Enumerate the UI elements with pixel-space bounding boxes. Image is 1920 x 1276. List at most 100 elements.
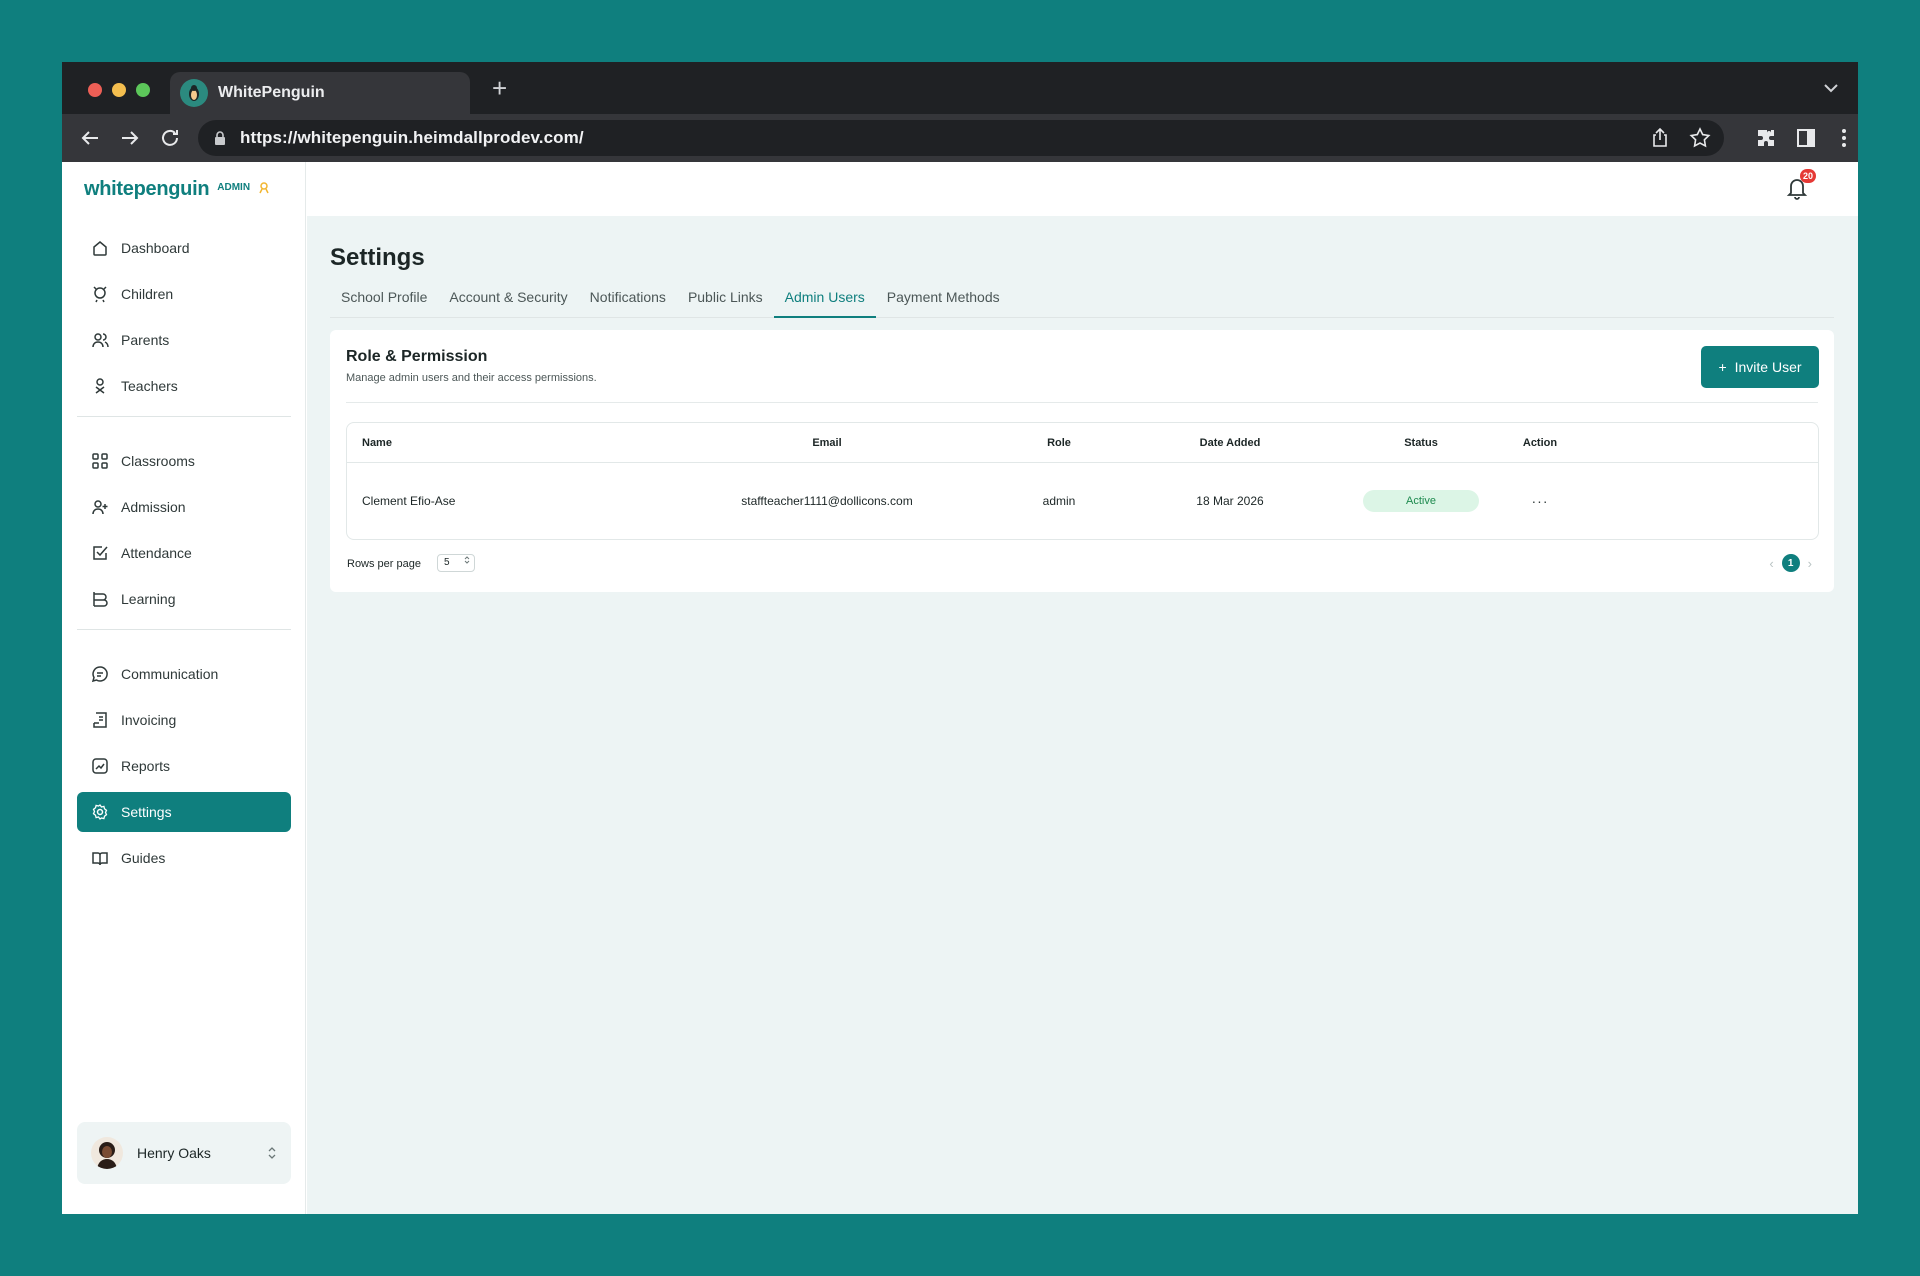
sidebar-item-learning[interactable]: Learning [77,579,291,619]
star-icon[interactable] [1688,126,1712,150]
sidebar-item-label: Parents [121,332,170,348]
chevron-updown-icon [268,1147,276,1159]
sidebar-item-label: Learning [121,591,176,607]
tab-admin-users[interactable]: Admin Users [773,276,876,318]
column-header-status: Status [1404,436,1438,449]
browser-tab-bar: WhitePenguin + [62,62,1858,114]
more-options-button[interactable]: ··· [1532,493,1549,509]
sidebar-item-communication[interactable]: Communication [77,654,291,694]
new-tab-button[interactable]: + [492,75,507,101]
back-arrow-icon[interactable] [78,126,102,150]
cell-role: admin [1042,494,1076,508]
avatar [91,1137,123,1169]
reload-icon[interactable] [158,126,182,150]
brand-wordmark: whitepenguin [84,178,210,200]
pagination: ‹ 1 › [1769,554,1812,572]
user-switcher[interactable]: Henry Oaks [77,1122,291,1184]
notification-count-badge: 20 [1799,169,1816,183]
rows-per-page-value: 5 [444,557,450,568]
admin-user-icon [259,181,269,193]
brand-logo[interactable]: whitepenguin ADMIN [84,178,270,201]
rows-per-page-label: Rows per page [347,558,421,570]
extensions-puzzle-icon[interactable] [1754,126,1778,150]
admin-users-table: Name Email Role Date Added Status Action… [346,422,1819,540]
sidebar-item-parents[interactable]: Parents [77,320,291,360]
sidebar: whitepenguin ADMIN Dashboard Children Pa… [62,162,306,1214]
chat-icon [91,666,108,683]
card-subtitle: Manage admin users and their access perm… [346,372,597,384]
status-badge: Active [1363,490,1479,512]
maximize-window-button[interactable] [136,83,150,97]
prev-page-button[interactable]: ‹ [1769,556,1773,571]
column-header-role: Role [1047,436,1071,449]
browser-menu-icon[interactable] [1832,126,1856,150]
sidebar-item-reports[interactable]: Reports [77,746,291,786]
settings-tabs: School Profile Account & Security Notifi… [330,276,1834,318]
gear-icon [92,804,108,820]
side-panel-icon[interactable] [1794,126,1818,150]
grid-icon [92,453,108,469]
invoice-icon [93,712,107,728]
chart-icon [92,758,108,774]
sidebar-item-invoicing[interactable]: Invoicing [77,700,291,740]
user-name: Henry Oaks [137,1145,211,1161]
close-window-button[interactable] [88,83,102,97]
forward-arrow-icon[interactable] [118,126,142,150]
sidebar-item-label: Guides [121,850,166,866]
sidebar-item-classrooms[interactable]: Classrooms [77,441,291,481]
card-title: Role & Permission [346,348,488,365]
page-title: Settings [330,244,425,271]
window-controls [88,83,150,97]
tab-public-links[interactable]: Public Links [677,276,774,318]
sidebar-item-label: Dashboard [121,240,190,256]
main-content: 20 Settings School Profile Account & Sec… [307,162,1858,1214]
invite-user-label: Invite User [1734,359,1802,375]
sidebar-item-label: Settings [121,804,172,820]
check-square-icon [93,546,108,560]
chevron-down-icon[interactable] [1822,80,1840,96]
tab-payment-methods[interactable]: Payment Methods [876,276,1011,318]
cell-action: ··· [1500,493,1580,509]
sidebar-item-admission[interactable]: Admission [77,487,291,527]
tab-notifications[interactable]: Notifications [579,276,677,318]
sidebar-item-attendance[interactable]: Attendance [77,533,291,573]
page-number-button[interactable]: 1 [1781,554,1800,572]
plus-icon: + [1718,359,1727,375]
column-header-email: Email [812,436,842,449]
top-bar: 20 [307,162,1858,216]
address-bar[interactable]: https://whitepenguin.heimdallprodev.com/ [198,120,1724,156]
browser-tab[interactable]: WhitePenguin [170,72,470,114]
open-book-icon [92,852,108,866]
sidebar-item-settings[interactable]: Settings [77,792,291,832]
sidebar-item-teachers[interactable]: Teachers [77,366,291,406]
home-icon [93,241,107,256]
sidebar-item-guides[interactable]: Guides [77,838,291,878]
table-header: Name Email Role Date Added Status Action [347,423,1818,463]
sidebar-item-label: Communication [121,666,219,682]
child-icon [93,286,107,303]
browser-window: WhitePenguin + https://whitepenguin.heim… [62,62,1858,1214]
column-header-name: Name [362,436,392,449]
sidebar-item-label: Attendance [121,545,192,561]
tab-school-profile[interactable]: School Profile [330,276,438,318]
card-divider [346,402,1818,403]
minimize-window-button[interactable] [112,83,126,97]
column-header-action: Action [1522,436,1558,449]
sidebar-item-label: Invoicing [121,712,177,728]
penguin-favicon-icon [180,79,208,107]
url-text: https://whitepenguin.heimdallprodev.com/ [240,128,584,147]
invite-user-button[interactable]: + Invite User [1701,346,1819,388]
rows-per-page-select[interactable]: 5 [437,554,475,572]
sidebar-item-label: Teachers [121,378,178,394]
lock-icon [215,131,225,145]
tab-account-security[interactable]: Account & Security [438,276,578,318]
sidebar-item-label: Classrooms [121,453,195,469]
sidebar-item-label: Reports [121,758,171,774]
cell-name: Clement Efio-Ase [362,494,456,508]
sidebar-item-children[interactable]: Children [77,274,291,314]
next-page-button[interactable]: › [1808,556,1812,571]
users-icon [92,333,109,348]
sidebar-item-dashboard[interactable]: Dashboard [77,228,291,268]
share-icon[interactable] [1648,126,1672,150]
teacher-icon [95,378,105,394]
